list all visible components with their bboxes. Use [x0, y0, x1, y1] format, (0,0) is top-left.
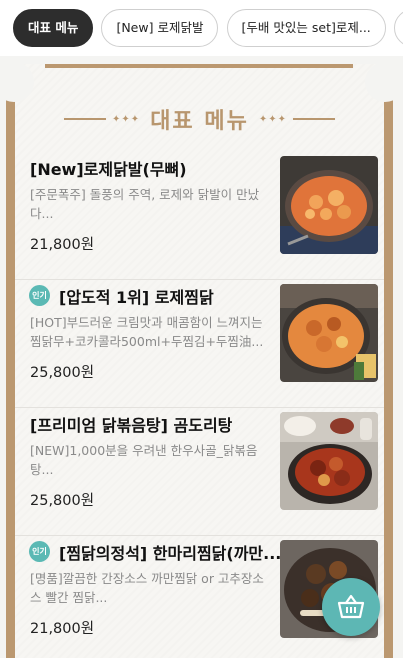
section-title: 대표 메뉴	[150, 109, 249, 134]
menu-board: ✦✦✦ 대표 메뉴 ✦✦✦ [New]로제닭발(무뼈) [주문폭주] 돌풍의 주…	[0, 62, 403, 658]
menu-item-name: [프리미엄 닭볶음탕] 곰도리탕	[30, 416, 233, 435]
menu-item-price: 25,800원	[30, 493, 95, 509]
category-tab-bar: 대표 메뉴 [New] 로제닭발 [두배 맛있는 set]로제... 두마	[0, 0, 403, 56]
chicken-stew-photo	[280, 412, 378, 510]
popular-badge: 인기	[29, 285, 50, 306]
diamond-ornament-icon: ✦✦✦	[112, 113, 141, 125]
shopping-basket-icon	[337, 594, 365, 619]
menu-item[interactable]: 인기 [압도적 1위] 로제찜닭 [HOT]부드러운 크림맛과 매콤함이 느껴지…	[15, 280, 384, 408]
menu-item-description: [HOT]부드러운 크림맛과 매콤함이 느껴지는 찜닭무+코카콜라500ml+두…	[30, 315, 264, 349]
rose-braised-chicken-photo	[280, 284, 378, 382]
title-divider-left	[64, 118, 107, 120]
board-top-frame	[45, 64, 353, 68]
menu-item-description: [NEW]1,000분을 우려낸 한우사골_닭볶음탕...	[30, 443, 258, 477]
cart-button[interactable]	[322, 578, 380, 636]
tab-signature-menu[interactable]: 대표 메뉴	[13, 9, 94, 47]
tab-rose-chicken-feet[interactable]: [New] 로제닭발	[101, 9, 219, 47]
menu-item-description: [명품]깔끔한 간장소스 까만찜닭 or 고추장소스 빨간 찜닭...	[30, 571, 264, 605]
menu-item-description: [주문폭주] 돌풍의 주역, 로제와 닭발이 만났다...	[30, 187, 260, 221]
tab-double-set[interactable]: [두배 맛있는 set]로제...	[226, 9, 386, 47]
popular-badge: 인기	[29, 541, 50, 562]
diamond-ornament-icon: ✦✦✦	[258, 113, 287, 125]
menu-item-name: [찜닭의정석] 한마리찜닭(까만...	[59, 544, 282, 563]
menu-item-name: [New]로제닭발(무뼈)	[30, 160, 187, 179]
rose-chicken-feet-photo	[280, 156, 378, 254]
menu-item-price: 21,800원	[30, 621, 95, 637]
section-header: ✦✦✦ 대표 메뉴 ✦✦✦	[15, 102, 384, 136]
menu-item[interactable]: [프리미엄 닭볶음탕] 곰도리탕 [NEW]1,000분을 우려낸 한우사골_닭…	[15, 408, 384, 536]
menu-item[interactable]: [New]로제닭발(무뼈) [주문폭주] 돌풍의 주역, 로제와 닭발이 만났다…	[15, 152, 384, 280]
menu-item-price: 25,800원	[30, 365, 95, 381]
menu-item-name: [압도적 1위] 로제찜닭	[59, 288, 214, 307]
title-divider-right	[292, 118, 335, 120]
menu-item-price: 21,800원	[30, 237, 95, 253]
tab-more[interactable]: 두마	[393, 9, 403, 47]
board-corner-right	[365, 62, 403, 102]
